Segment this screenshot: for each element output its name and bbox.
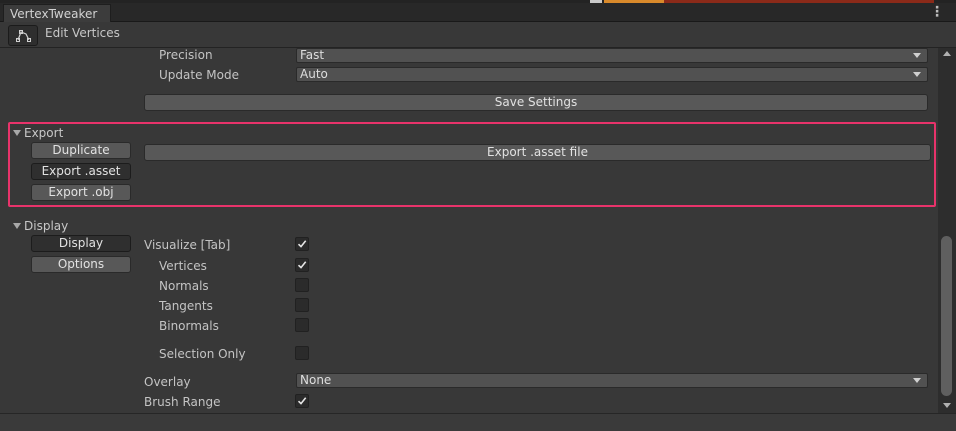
dropdown-arrow-icon: [913, 378, 921, 383]
overlay-label: Overlay: [144, 375, 191, 389]
window-tab[interactable]: VertexTweaker: [3, 4, 111, 23]
precision-dropdown[interactable]: Fast: [296, 48, 928, 63]
export-section-highlight: [8, 122, 936, 207]
scroll-down-arrow-icon[interactable]: [943, 403, 951, 408]
tangents-label: Tangents: [159, 299, 213, 313]
precision-label: Precision: [159, 48, 213, 62]
overlay-dropdown[interactable]: None: [296, 373, 928, 388]
display-foldout[interactable]: Display: [13, 219, 68, 233]
checkmark-icon: [297, 397, 307, 405]
bottom-bar: [0, 413, 956, 431]
selection-only-checkbox[interactable]: [295, 346, 309, 360]
vertices-checkbox[interactable]: [295, 258, 309, 272]
binormals-checkbox[interactable]: [295, 318, 309, 332]
tool-toolbar: Edit Vertices: [0, 22, 956, 48]
tangents-checkbox[interactable]: [295, 298, 309, 312]
tool-label: Edit Vertices: [45, 26, 120, 40]
overlay-value: None: [300, 373, 332, 387]
display-tab-button[interactable]: Display: [31, 235, 131, 252]
visualize-checkbox[interactable]: [295, 237, 309, 251]
dropdown-arrow-icon: [913, 53, 921, 58]
save-settings-button[interactable]: Save Settings: [144, 94, 928, 111]
precision-value: Fast: [300, 48, 325, 62]
kebab-menu-icon[interactable]: ⋮: [930, 5, 944, 21]
brush-range-checkbox[interactable]: [295, 394, 309, 408]
window-tab-bar: VertexTweaker ⋮: [0, 3, 956, 23]
update-mode-label: Update Mode: [159, 68, 239, 82]
brush-range-label: Brush Range: [144, 395, 221, 409]
display-foldout-label: Display: [24, 219, 69, 233]
edit-vertices-tool-button[interactable]: [8, 25, 38, 46]
visualize-label: Visualize [Tab]: [144, 238, 231, 252]
checkmark-icon: [297, 261, 307, 269]
scrollbar-thumb[interactable]: [941, 236, 952, 396]
inspector-content: Precision Fast Update Mode Auto Save Set…: [0, 48, 938, 413]
vertical-scrollbar[interactable]: [938, 48, 956, 413]
update-mode-dropdown[interactable]: Auto: [296, 67, 928, 82]
scroll-up-arrow-icon[interactable]: [943, 51, 951, 56]
vertices-label: Vertices: [159, 259, 207, 273]
selection-only-label: Selection Only: [159, 347, 246, 361]
vertex-path-icon: [16, 30, 31, 42]
foldout-arrow-icon: [13, 223, 21, 229]
binormals-label: Binormals: [159, 319, 219, 333]
normals-checkbox[interactable]: [295, 278, 309, 292]
options-tab-button[interactable]: Options: [31, 256, 131, 273]
checkmark-icon: [297, 240, 307, 248]
normals-label: Normals: [159, 279, 209, 293]
update-mode-value: Auto: [300, 67, 328, 81]
dropdown-arrow-icon: [913, 72, 921, 77]
